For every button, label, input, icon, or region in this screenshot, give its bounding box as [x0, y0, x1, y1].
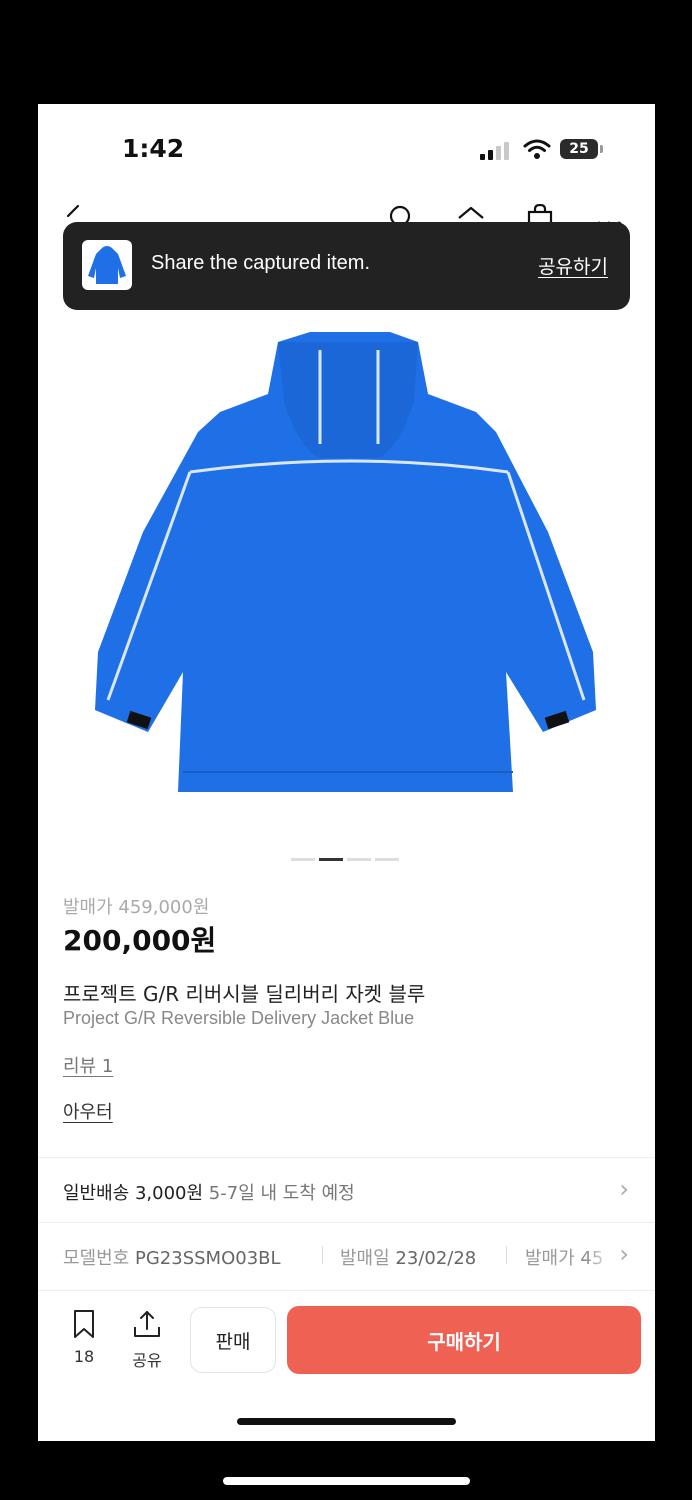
toast-thumbnail — [82, 240, 132, 290]
signal-icon — [480, 142, 510, 160]
carousel-dot — [347, 858, 371, 861]
divider — [38, 1157, 655, 1158]
status-bar: 1:42 25 — [38, 104, 655, 196]
release-date-value: 23/02/28 — [395, 1248, 477, 1269]
share-icon — [134, 1311, 160, 1337]
wifi-icon — [523, 139, 551, 159]
bookmark-icon — [74, 1310, 94, 1338]
product-title-en: Project G/R Reversible Delivery Jacket B… — [63, 1008, 415, 1028]
product-info-row[interactable]: 모델번호 PG23SSMO03BL 발매일 23/02/28 발매가 45 › — [38, 1224, 655, 1286]
share-button[interactable]: 공유 — [125, 1309, 169, 1371]
share-label: 공유 — [132, 1351, 162, 1370]
share-toast: Share the captured item. 공유하기 — [63, 222, 630, 310]
release-date: 발매일 23/02/28 — [340, 1244, 476, 1270]
product-price: 200,000원 — [63, 924, 217, 957]
category-link[interactable]: 아우터 — [63, 1098, 113, 1124]
status-time: 1:42 — [122, 134, 185, 163]
phone-screen: 1:42 25 Share the captured item. 공유하기 발매… — [38, 104, 655, 1441]
carousel-dot-active — [319, 858, 343, 861]
bookmark-button[interactable]: 18 — [62, 1309, 106, 1366]
model-number-value: PG23SSMO03BL — [134, 1248, 281, 1269]
release-date-label: 발매일 — [340, 1248, 390, 1269]
home-indicator — [237, 1418, 456, 1425]
shipping-fee: 일반배송 3,000원 — [63, 1183, 204, 1204]
shipping-info: 일반배송 3,000원 5-7일 내 도착 예정 — [63, 1179, 355, 1205]
release-price-label: 발매가 — [525, 1248, 575, 1269]
carousel-dot — [375, 858, 399, 861]
model-number: 모델번호 PG23SSMO03BL — [63, 1244, 281, 1270]
chevron-right-icon: › — [619, 1175, 629, 1203]
shipping-row[interactable]: 일반배송 3,000원 5-7일 내 도착 예정 › — [38, 1159, 655, 1221]
model-number-label: 모델번호 — [63, 1248, 130, 1269]
review-link[interactable]: 리뷰 1 — [63, 1052, 113, 1078]
jacket-thumbnail-icon — [88, 246, 126, 284]
product-image[interactable] — [88, 332, 608, 802]
bookmark-count: 18 — [73, 1347, 95, 1366]
bottom-action-bar: 18 공유 판매 구매하기 — [38, 1290, 655, 1390]
toast-message: Share the captured item. — [151, 252, 371, 274]
info-separator — [506, 1246, 507, 1264]
release-price: 발매가 459,000원 — [63, 897, 210, 918]
battery-icon: 25 — [560, 139, 598, 159]
chevron-right-icon[interactable]: › — [619, 1240, 629, 1268]
divider — [38, 1222, 655, 1223]
fade-overlay — [575, 1238, 615, 1274]
info-separator — [322, 1246, 323, 1264]
carousel-dot — [291, 858, 315, 861]
share-link[interactable]: 공유하기 — [538, 252, 608, 279]
shipping-eta: 5-7일 내 도착 예정 — [208, 1183, 355, 1204]
outer-home-indicator — [223, 1477, 470, 1485]
sell-button[interactable]: 판매 — [190, 1307, 276, 1373]
product-title-ko: 프로젝트 G/R 리버시블 딜리버리 자켓 블루 — [63, 982, 426, 1006]
battery-tip — [600, 145, 603, 153]
buy-button[interactable]: 구매하기 — [287, 1306, 641, 1374]
